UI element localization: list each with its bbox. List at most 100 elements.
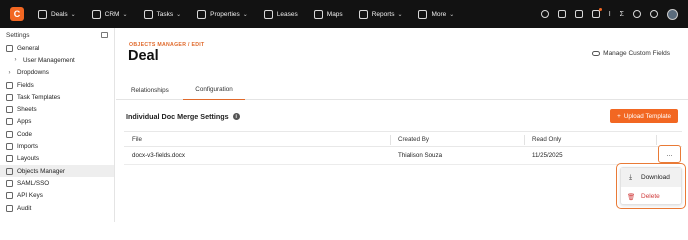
info-icon[interactable]: i	[232, 113, 240, 120]
sidebar-item-sheets[interactable]: Sheets	[0, 103, 114, 115]
maps-icon	[313, 9, 323, 19]
nav-leases-label: Leases	[276, 10, 298, 18]
api-keys-icon	[6, 192, 13, 200]
table-header: File Created By Read Only	[124, 131, 682, 147]
sidebar-item-label: SAML/SSO	[17, 179, 50, 187]
nav-crm-label: CRM	[104, 10, 120, 18]
sidebar-item-label: Fields	[17, 81, 34, 89]
chevron-right-icon: ›	[14, 57, 17, 64]
nav-maps-label: Maps	[326, 10, 343, 18]
more-icon	[418, 9, 428, 19]
sidebar-item-label: Layouts	[17, 155, 40, 163]
sidebar-item-fields[interactable]: Fields	[0, 79, 114, 91]
chevron-down-icon: ⌄	[122, 11, 128, 18]
trash-icon: 🗑	[627, 193, 636, 201]
settings-icon[interactable]	[650, 10, 658, 18]
column-divider	[656, 135, 657, 145]
folder-icon[interactable]	[557, 10, 566, 18]
notifications-icon[interactable]	[591, 8, 602, 18]
sidebar-item-saml-sso[interactable]: SAML/SSO	[0, 177, 114, 189]
code-icon	[6, 130, 13, 138]
tab-configuration[interactable]: Configuration	[183, 80, 245, 100]
sidebar-item-general[interactable]: General	[0, 42, 114, 54]
sidebar-item-dropdowns[interactable]: › Dropdowns	[0, 67, 114, 79]
layouts-icon	[6, 155, 13, 163]
fields-icon	[6, 81, 13, 89]
nav-tasks-label: Tasks	[156, 10, 174, 18]
column-header-file[interactable]: File	[132, 132, 142, 146]
manage-custom-fields-link[interactable]: Manage Custom Fields	[592, 50, 670, 57]
collapse-sidebar-icon[interactable]	[101, 32, 108, 38]
sidebar-item-label: Imports	[17, 143, 38, 151]
task-templates-icon	[6, 93, 13, 101]
cell-read-only: 11/25/2025	[532, 152, 563, 159]
tasks-icon	[143, 9, 153, 19]
tab-bar: Relationships Configuration	[116, 80, 688, 100]
sidebar-item-label: Sheets	[17, 106, 37, 114]
sidebar-item-imports[interactable]: Imports	[0, 140, 114, 152]
upload-template-label: Upload Template	[623, 112, 671, 120]
chevron-down-icon: ⌄	[397, 11, 403, 18]
calendar-icon[interactable]	[574, 10, 583, 18]
sidebar-title: Settings	[6, 31, 30, 39]
sidebar-item-label: User Management	[23, 56, 75, 64]
cell-created-by: Thialison Souza	[398, 152, 443, 159]
sidebar-item-task-templates[interactable]: Task Templates	[0, 91, 114, 103]
objects-manager-icon	[6, 167, 13, 175]
nav-tasks[interactable]: Tasks ⌄	[143, 9, 182, 19]
page-title: Deal	[128, 48, 159, 64]
nav-properties[interactable]: Properties ⌄	[197, 9, 248, 19]
nav-deals[interactable]: Deals ⌄	[38, 9, 76, 19]
sidebar-item-audit[interactable]: Audit	[0, 202, 114, 214]
nav-maps[interactable]: Maps	[313, 9, 343, 19]
upload-template-button[interactable]: + Upload Template	[610, 109, 678, 123]
sidebar-item-user-management[interactable]: › User Management	[0, 54, 114, 66]
templates-table: File Created By Read Only docx-v3-fields…	[124, 131, 682, 165]
nav-crm[interactable]: CRM ⌄	[91, 9, 128, 19]
sigma-icon[interactable]: Σ	[620, 11, 624, 18]
sidebar-item-apps[interactable]: Apps	[0, 116, 114, 128]
sheets-icon	[6, 106, 13, 114]
nav-leases[interactable]: Leases	[263, 9, 298, 19]
chevron-down-icon: ⌄	[70, 11, 76, 18]
search-icon[interactable]	[540, 10, 549, 18]
help-icon[interactable]	[633, 10, 641, 18]
properties-icon	[197, 9, 207, 19]
nav-reports[interactable]: Reports ⌄	[358, 9, 403, 19]
reports-icon	[358, 9, 368, 19]
column-header-read-only[interactable]: Read Only	[532, 132, 561, 146]
avatar[interactable]	[667, 8, 678, 20]
menu-item-delete-label: Delete	[641, 193, 660, 200]
row-actions-menu: ⤓ Download 🗑 Delete	[616, 163, 686, 209]
plus-icon: +	[617, 112, 621, 120]
sidebar-item-label: API Keys	[17, 192, 43, 200]
nav-more-label: More	[431, 10, 447, 18]
column-header-created-by[interactable]: Created By	[398, 132, 429, 146]
menu-item-delete[interactable]: 🗑 Delete	[621, 187, 681, 206]
section-title: Individual Doc Merge Settings i	[126, 112, 240, 121]
text-tool-icon[interactable]: I	[609, 11, 611, 18]
download-icon: ⤓	[629, 173, 632, 181]
cell-file: docx-v3-fields.docx	[132, 152, 185, 159]
main-content: OBJECTS MANAGER / EDIT Deal Manage Custo…	[116, 28, 688, 222]
sidebar-item-objects-manager[interactable]: Objects Manager	[0, 164, 114, 178]
table-row[interactable]: docx-v3-fields.docx Thialison Souza 11/2…	[124, 147, 682, 165]
nav-properties-label: Properties	[210, 10, 240, 18]
chevron-down-icon: ⌄	[176, 11, 182, 18]
sidebar-item-label: Audit	[17, 204, 32, 212]
sidebar-item-api-keys[interactable]: API Keys	[0, 190, 114, 202]
row-actions-button[interactable]: ...	[658, 145, 681, 163]
tab-relationships[interactable]: Relationships	[131, 80, 169, 100]
sidebar-item-label: Dropdowns	[17, 69, 49, 77]
section-title-text: Individual Doc Merge Settings	[126, 112, 229, 121]
crm-icon	[91, 9, 101, 19]
nav-more[interactable]: More ⌄	[418, 9, 455, 19]
saml-icon	[6, 179, 13, 187]
link-icon	[592, 51, 601, 56]
sidebar-item-label: Task Templates	[17, 93, 61, 101]
menu-item-download[interactable]: ⤓ Download	[621, 168, 681, 187]
sidebar-item-layouts[interactable]: Layouts	[0, 153, 114, 165]
app-logo[interactable]: C	[10, 7, 24, 21]
sidebar-item-code[interactable]: Code	[0, 128, 114, 140]
chevron-down-icon: ⌄	[449, 11, 455, 18]
